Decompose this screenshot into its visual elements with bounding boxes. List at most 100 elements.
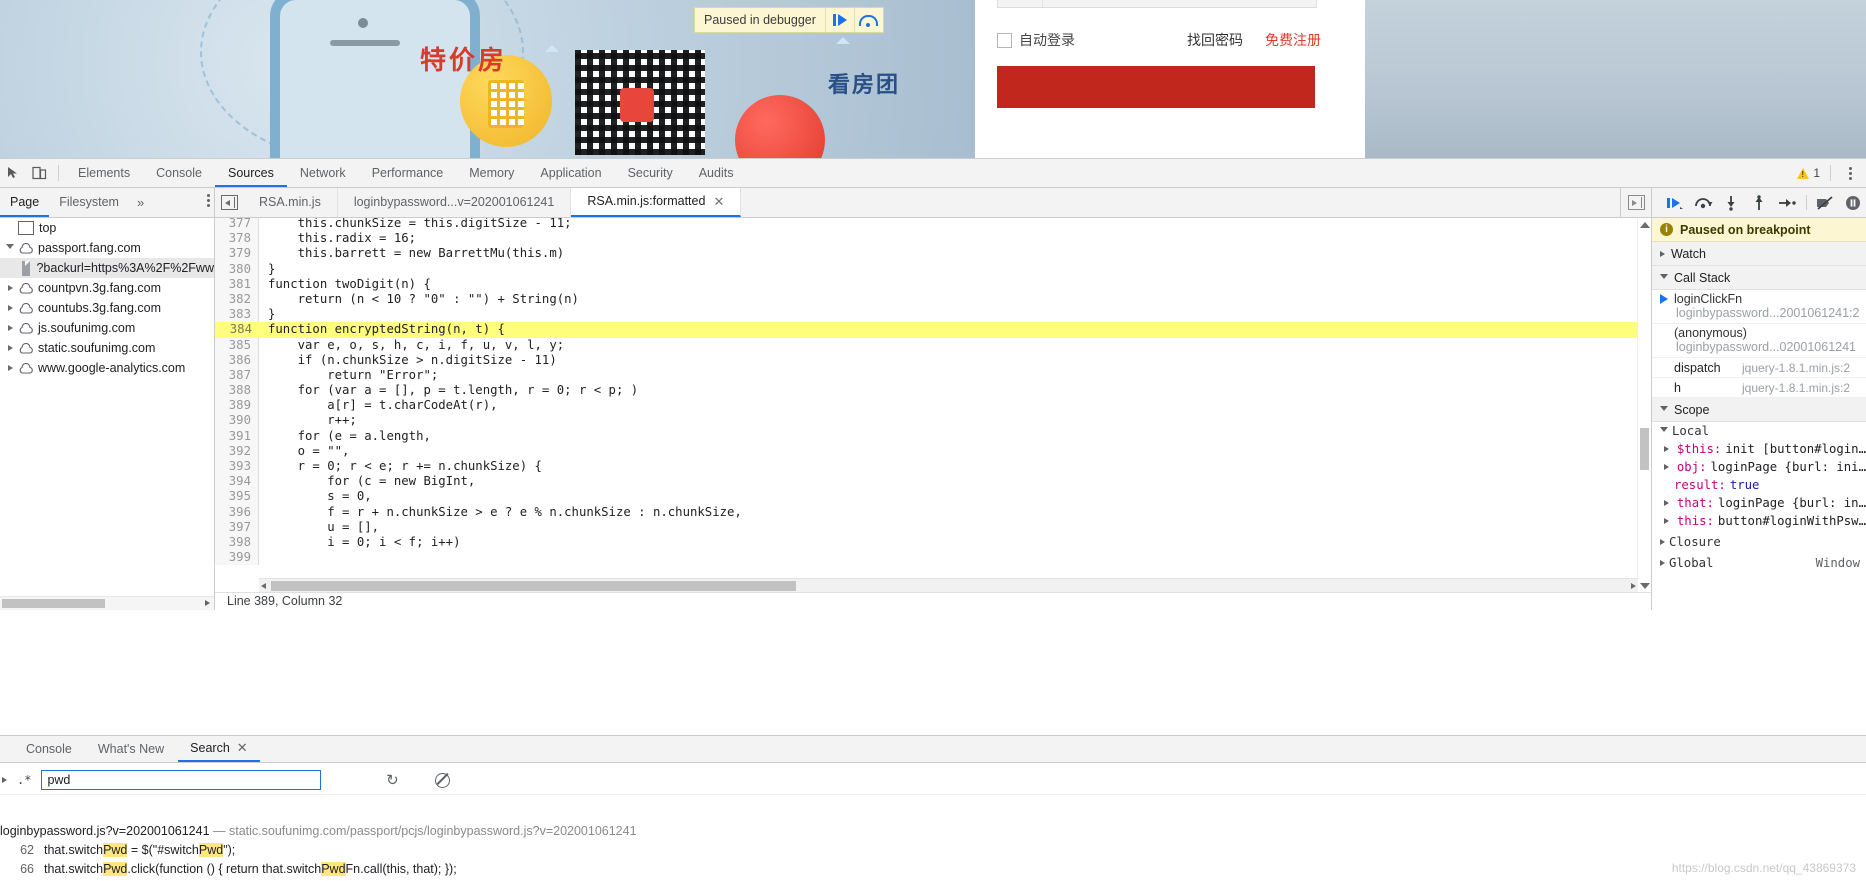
editor-tab-rsa-formatted[interactable]: RSA.min.js:formatted ✕ [571,187,742,217]
tab-application[interactable]: Application [527,159,614,187]
deactivate-breakpoints-icon[interactable] [1813,190,1838,216]
section-watch[interactable]: Watch [1652,242,1866,266]
toggle-device-toolbar-icon[interactable] [26,160,52,186]
scroll-down-icon[interactable] [1640,583,1650,589]
tree-item-js-soufunimg[interactable]: js.soufunimg.com [0,318,214,338]
tab-sources[interactable]: Sources [214,159,287,187]
tree-item-countubs[interactable]: countubs.3g.fang.com [0,298,214,318]
scope-var-this-jquery[interactable]: $this: init [button#login… [1652,440,1866,458]
call-stack-frame-dispatch[interactable]: dispatch jquery-1.8.1.min.js:2 [1652,358,1866,378]
step-out-of-current-function-icon[interactable] [1746,190,1771,216]
overlay-resume-button[interactable] [824,8,854,32]
overlay-step-over-button[interactable] [853,8,883,32]
tab-network[interactable]: Network [287,159,359,187]
chevron-right-icon[interactable] [4,365,16,371]
chevron-right-icon[interactable] [4,345,16,351]
code-viewport: 377 this.chunkSize = this.digitSize - 11… [215,218,1651,610]
tree-item-countpvn[interactable]: countpvn.3g.fang.com [0,278,214,298]
expand-caret-icon[interactable] [2,777,7,783]
editor-horizontal-scrollbar[interactable] [259,578,1638,593]
drawer-tab-search[interactable]: Search ✕ [178,736,260,762]
drawer-tab-whats-new[interactable]: What's New [86,736,176,762]
search-input[interactable] [41,770,322,790]
scrollbar-thumb[interactable] [1640,428,1649,470]
scope-var-obj[interactable]: obj: loginPage {burl: ini… [1652,458,1866,476]
scope-global-group[interactable]: Global Window [1652,554,1866,572]
show-navigator-icon[interactable] [215,188,243,217]
search-result-file[interactable]: loginbypassword.js?v=202001061241 — stat… [0,820,1866,841]
auto-login-checkbox[interactable] [997,33,1012,48]
chevron-right-icon[interactable] [4,305,16,311]
tree-item-google-analytics[interactable]: www.google-analytics.com [0,358,214,378]
cloud-icon [18,282,34,294]
chevron-right-icon[interactable] [1664,518,1673,524]
scope-var-this[interactable]: this: button#loginWithPsw… [1652,512,1866,530]
scope-var-that[interactable]: that: loginPage {burl: in… [1652,494,1866,512]
scope-closure-group[interactable]: Closure [1652,533,1866,551]
warning-count-chip[interactable]: 1 [1797,166,1820,180]
editor-tab-rsa-min[interactable]: RSA.min.js [243,188,338,217]
close-icon[interactable]: ✕ [713,187,724,216]
tree-item-backurl-document[interactable]: ?backurl=https%3A%2F%2Fww [0,258,214,278]
chevron-right-icon[interactable] [4,285,16,291]
scroll-right-icon[interactable] [1631,583,1636,589]
chevron-down-icon[interactable] [4,244,16,252]
refresh-icon[interactable]: ↻ [381,769,403,791]
tab-console[interactable]: Console [143,159,215,187]
tab-audits[interactable]: Audits [686,159,747,187]
section-scope[interactable]: Scope [1652,398,1866,422]
scrollbar-thumb[interactable] [271,581,796,591]
more-options-icon[interactable] [1841,166,1860,180]
drawer-tab-console[interactable]: Console [14,736,84,762]
call-stack-frame-current[interactable]: loginClickFn loginbypassword...200106124… [1652,290,1866,324]
more-tabs-icon[interactable]: » [129,195,152,210]
chevron-right-icon[interactable] [1664,500,1673,506]
tab-security[interactable]: Security [615,159,686,187]
navigator-more-options-icon[interactable] [207,194,210,207]
nav-tab-filesystem[interactable]: Filesystem [49,188,129,217]
call-stack-frame-anonymous[interactable]: (anonymous) loginbypassword...0200106124… [1652,324,1866,358]
section-call-stack[interactable]: Call Stack [1652,266,1866,290]
show-debugger-icon[interactable] [1620,188,1651,217]
search-result-row[interactable]: 66 that.switchPwd.click(function () { re… [0,860,1866,879]
navigator-horizontal-scrollbar[interactable] [0,596,214,610]
close-icon[interactable]: ✕ [237,735,248,761]
scroll-up-icon[interactable] [1640,222,1650,228]
free-register-link[interactable]: 免费注册 [1265,30,1321,50]
line-text: r++; [268,413,357,428]
step-over-next-function-icon[interactable] [1690,190,1715,216]
editor-vertical-scrollbar[interactable] [1637,218,1651,593]
nav-tab-page[interactable]: Page [0,188,50,217]
resume-script-execution-icon[interactable] [1662,190,1687,216]
tab-elements[interactable]: Elements [65,159,143,187]
regex-toggle[interactable]: .* [17,773,31,787]
inspect-element-icon[interactable] [0,160,26,186]
scroll-right-icon[interactable] [205,600,210,606]
chevron-right-icon[interactable] [4,325,16,331]
code-line: 390 r++; [215,413,1651,429]
search-result-row[interactable]: 62 that.switchPwd = $("#switchPwd"); [0,841,1866,860]
find-password-link[interactable]: 找回密码 [1187,30,1243,50]
scope-local-group[interactable]: Local [1652,422,1866,440]
tree-item-top[interactable]: top [0,218,214,238]
clear-icon[interactable] [431,769,453,791]
chevron-right-icon[interactable] [1664,446,1673,452]
chevron-right-icon[interactable] [1664,464,1673,470]
scope-var-result[interactable]: result: true [1652,476,1866,494]
tab-memory[interactable]: Memory [456,159,527,187]
scroll-left-icon[interactable] [261,583,266,589]
login-submit-button[interactable] [997,66,1315,108]
scrollbar-thumb[interactable] [2,599,105,608]
step-icon[interactable] [1775,190,1800,216]
pause-on-exceptions-icon[interactable] [1841,190,1866,216]
tree-item-passport[interactable]: passport.fang.com [0,238,214,258]
call-stack-frame-h[interactable]: h jquery-1.8.1.min.js:2 [1652,378,1866,398]
tree-item-static-soufunimg[interactable]: static.soufunimg.com [0,338,214,358]
line-text: function twoDigit(n) { [268,276,431,291]
line-text: if (n.chunkSize > n.digitSize - 11) [268,352,557,367]
step-into-next-call-icon[interactable] [1718,190,1743,216]
source-code-editor[interactable]: 377 this.chunkSize = this.digitSize - 11… [215,218,1651,610]
tab-performance[interactable]: Performance [359,159,457,187]
password-field[interactable]: 🔒 •••••• ∽ [997,0,1317,8]
editor-tab-loginbypassword[interactable]: loginbypassword...v=202001061241 [337,188,572,217]
